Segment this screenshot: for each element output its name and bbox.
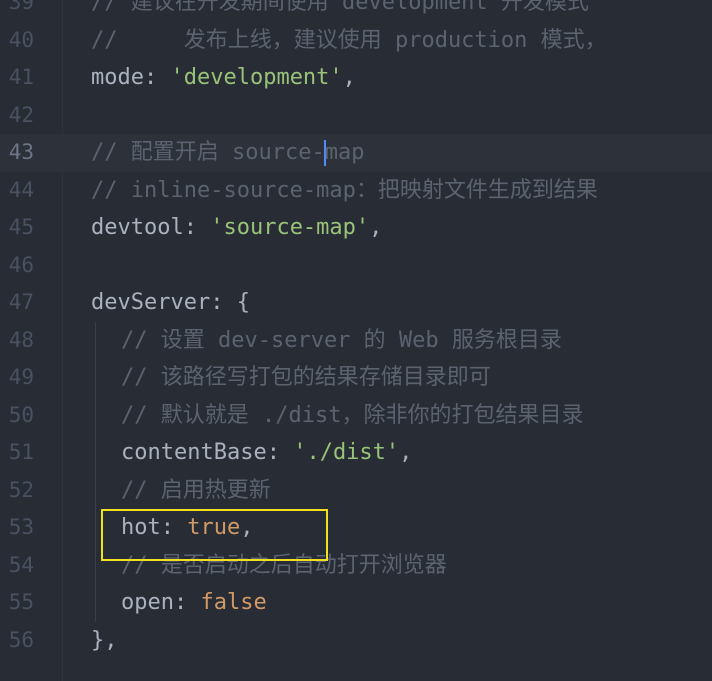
code-token: : <box>173 590 201 615</box>
code-token: './dist' <box>293 440 400 465</box>
line-number: 45 <box>8 215 34 239</box>
code-token: : { <box>210 290 250 315</box>
code-line[interactable]: 43 // 配置开启 source-map <box>0 134 712 172</box>
code-token: // 建议在开发期间使用 development 开发模式 <box>91 0 589 15</box>
line-number: 51 <box>8 440 34 464</box>
code-text[interactable]: // 建议在开发期间使用 development 开发模式 <box>91 0 589 22</box>
code-text[interactable]: contentBase: './dist', <box>121 434 412 472</box>
code-text[interactable]: // 设置 dev-server 的 Web 服务根目录 <box>121 322 562 360</box>
code-token: 'source-map' <box>210 215 370 240</box>
line-number: 55 <box>8 590 34 614</box>
code-text[interactable]: // inline-source-map：把映射文件生成到结果 <box>91 172 598 210</box>
code-token: // 启用热更新 <box>121 477 271 503</box>
code-token: , <box>342 65 356 90</box>
code-token: false <box>200 590 267 615</box>
code-text[interactable]: // 该路径写打包的结果存储目录即可 <box>121 359 491 397</box>
code-line[interactable]: 41 mode: 'development', <box>0 59 712 97</box>
code-token: contentBase <box>121 440 267 465</box>
code-line[interactable]: 56}, <box>0 622 712 660</box>
code-token: : <box>143 65 171 90</box>
line-number: 52 <box>8 477 34 502</box>
code-text[interactable]: devtool: 'source-map', <box>91 209 382 247</box>
code-text[interactable]: // 发布上线，建议使用 production 模式， <box>91 22 607 60</box>
line-number: 39 <box>8 0 34 14</box>
code-line[interactable]: 46 <box>0 247 712 285</box>
code-token: : <box>183 215 211 240</box>
code-line[interactable]: 47 devServer: { <box>0 284 712 322</box>
indent-guide <box>95 321 96 622</box>
code-token: // 设置 dev-server 的 Web 服务根目录 <box>121 327 562 353</box>
code-line[interactable]: 50 // 默认就是 ./dist，除非你的打包结果目录 <box>0 397 712 435</box>
code-line[interactable]: 48 // 设置 dev-server 的 Web 服务根目录 <box>0 322 712 360</box>
code-text[interactable]: devServer: { <box>91 284 250 322</box>
code-token: mode <box>91 65 144 90</box>
code-line[interactable]: 51 contentBase: './dist', <box>0 434 712 472</box>
code-token: // 发布上线，建议使用 production 模式， <box>91 27 607 53</box>
line-number: 53 <box>8 515 34 539</box>
code-token: , <box>369 215 383 240</box>
code-token: : <box>266 440 294 465</box>
line-number: 43 <box>8 140 34 164</box>
code-line[interactable]: 39 // 建议在开发期间使用 development 开发模式 <box>0 0 712 22</box>
code-token: // 默认就是 ./dist，除非你的打包结果目录 <box>121 402 584 428</box>
code-text[interactable]: // 配置开启 source-map <box>91 134 364 172</box>
line-number: 48 <box>8 327 34 352</box>
line-number: 44 <box>8 177 34 202</box>
code-text[interactable]: // 默认就是 ./dist，除非你的打包结果目录 <box>121 397 583 435</box>
line-number: 46 <box>8 252 34 277</box>
line-number: 41 <box>8 65 34 89</box>
code-line[interactable]: 44 // inline-source-map：把映射文件生成到结果 <box>0 172 712 210</box>
line-number: 42 <box>8 102 34 127</box>
code-text[interactable]: open: false <box>121 584 267 622</box>
line-number: 50 <box>8 402 34 427</box>
code-token: open <box>121 590 174 615</box>
code-token: // 该路径写打包的结果存储目录即可 <box>121 365 491 390</box>
highlight-annotation-box <box>101 509 328 561</box>
code-token: map <box>324 140 365 165</box>
line-number: 56 <box>8 627 34 652</box>
line-number: 47 <box>8 290 34 314</box>
line-number: 49 <box>8 365 34 389</box>
line-number: 40 <box>8 27 34 52</box>
code-token: // 配置开启 source- <box>91 140 325 165</box>
code-line[interactable]: 52 // 启用热更新 <box>0 472 712 510</box>
code-line[interactable]: 45 devtool: 'source-map', <box>0 209 712 247</box>
code-line[interactable]: 40 // 发布上线，建议使用 production 模式， <box>0 22 712 60</box>
code-text[interactable]: }, <box>91 622 118 660</box>
code-token: devtool <box>91 215 184 240</box>
code-line[interactable]: 49 // 该路径写打包的结果存储目录即可 <box>0 359 712 397</box>
code-text[interactable]: mode: 'development', <box>91 59 356 97</box>
line-number: 54 <box>8 552 34 577</box>
code-editor[interactable]: 39 // 建议在开发期间使用 development 开发模式 40 // 发布上线… <box>0 0 712 681</box>
code-token: devServer <box>91 290 211 315</box>
code-line[interactable]: 55 open: false <box>0 584 712 622</box>
code-line[interactable]: 42 <box>0 97 712 135</box>
code-token: , <box>399 440 413 465</box>
code-token: }, <box>91 627 118 653</box>
code-token: 'development' <box>170 65 343 90</box>
code-text[interactable]: // 启用热更新 <box>121 472 271 510</box>
code-token: // inline-source-map：把映射文件生成到结果 <box>91 177 598 203</box>
